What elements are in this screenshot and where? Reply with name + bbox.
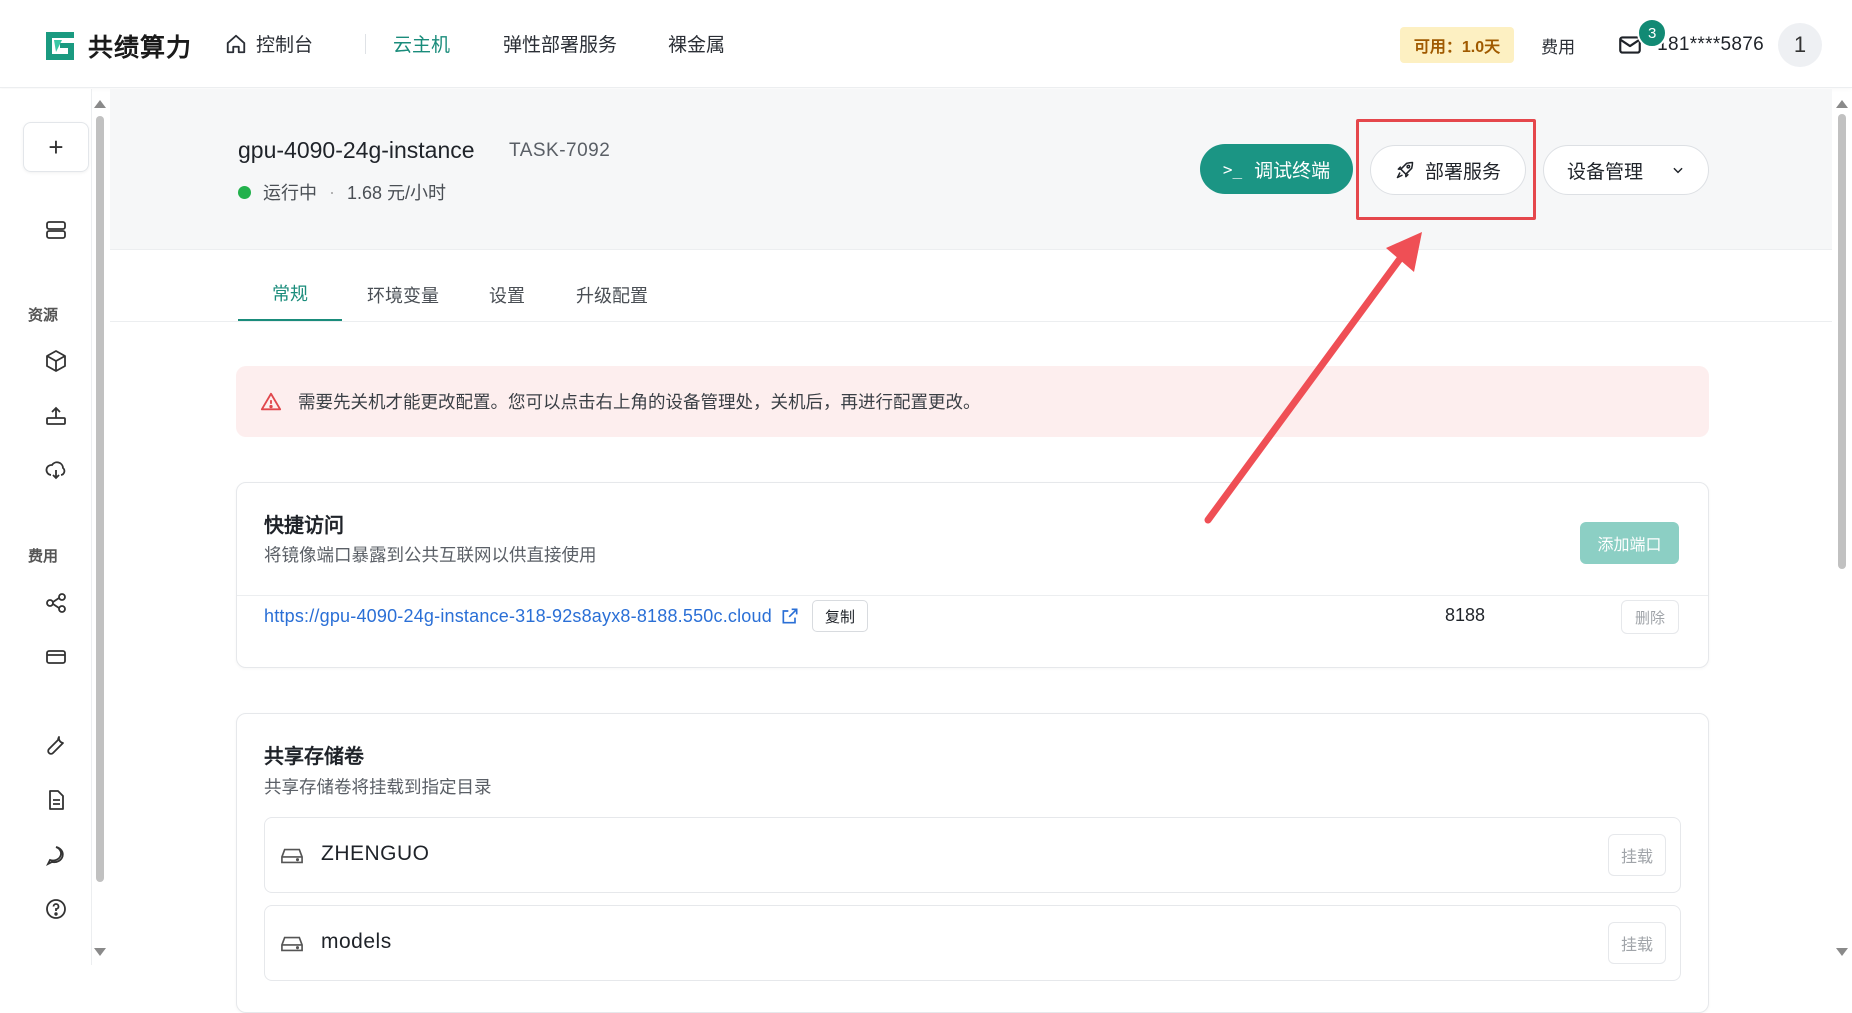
page-scroll-up-arrow[interactable]: [1836, 100, 1848, 108]
status-text: 运行中: [263, 183, 317, 203]
cloud-sync-icon[interactable]: [42, 456, 70, 484]
mail-button[interactable]: 3: [1617, 18, 1668, 58]
volume-name: ZHENGUO: [321, 842, 430, 865]
warning-alert: 需要先关机才能更改配置。您可以点击右上角的设备管理处，关机后，再进行配置更改。: [236, 366, 1709, 437]
drive-icon: [281, 936, 303, 952]
nav-console[interactable]: 控制台: [225, 30, 343, 57]
sidebar-section-fees: 费用: [28, 548, 59, 565]
tabs-divider: [110, 321, 1832, 322]
sidebar-section-resources: 资源: [28, 307, 59, 324]
nav-elastic-deploy[interactable]: 弹性部署服务: [503, 30, 668, 57]
help-icon[interactable]: [42, 895, 70, 923]
brand-name: 共绩算力: [88, 34, 193, 62]
device-management-dropdown[interactable]: 设备管理: [1543, 145, 1709, 195]
wrench-icon[interactable]: [42, 731, 70, 759]
fee-link[interactable]: 费用: [1541, 33, 1575, 58]
top-right-area: 可用：1.0天 费用 3 181****5876 1: [1399, 18, 1852, 68]
chat-icon[interactable]: [42, 841, 70, 869]
nav-divider: [365, 33, 366, 54]
instance-name: gpu-4090-24g-instance: [238, 137, 475, 163]
add-button[interactable]: +: [23, 122, 89, 172]
tab-settings[interactable]: 设置: [464, 267, 550, 322]
access-link-row: https://gpu-4090-24g-instance-318-92s8ay…: [264, 600, 868, 632]
drive-icon: [281, 848, 303, 864]
user-phone[interactable]: 181****5876: [1657, 34, 1764, 56]
warning-icon: [260, 392, 282, 410]
nav-bare-metal[interactable]: 裸金属: [668, 30, 725, 57]
warning-text: 需要先关机才能更改配置。您可以点击右上角的设备管理处，关机后，再进行配置更改。: [298, 392, 981, 412]
nav-console-label: 控制台: [256, 35, 314, 56]
instance-header: gpu-4090-24g-instance TASK-7092 运行中 · 1.…: [110, 89, 1832, 250]
quick-access-title: 快捷访问: [264, 515, 344, 537]
instance-status-row: 运行中 · 1.68 元/小时: [238, 179, 446, 205]
add-port-button[interactable]: 添加端口: [1580, 522, 1679, 564]
server-icon[interactable]: [42, 216, 70, 244]
page-scroll-thumb[interactable]: [1838, 114, 1846, 569]
port-value: 8188: [1445, 605, 1486, 625]
page-scrollbar[interactable]: [1836, 96, 1848, 965]
box-icon[interactable]: [42, 347, 70, 375]
access-url-link[interactable]: https://gpu-4090-24g-instance-318-92s8ay…: [264, 606, 772, 627]
debug-terminal-button[interactable]: >_ 调试终端: [1200, 144, 1353, 194]
main-nav: 控制台 云主机 弹性部署服务 裸金属: [225, 30, 725, 57]
logo-icon: [46, 32, 74, 60]
volume-name: models: [321, 930, 392, 953]
brand-logo[interactable]: 共绩算力: [42, 28, 192, 64]
delete-button[interactable]: 删除: [1621, 600, 1679, 634]
debug-terminal-label: 调试终端: [1254, 160, 1331, 182]
nav-cloud-host-label: 云主机: [393, 35, 451, 56]
chevron-down-icon: [1673, 167, 1683, 174]
share-icon[interactable]: [42, 589, 70, 617]
document-icon[interactable]: [42, 786, 70, 814]
shared-storage-title: 共享存储卷: [264, 746, 364, 768]
shared-storage-subtitle: 共享存储卷将挂载到指定目录: [264, 777, 492, 797]
scroll-up-arrow[interactable]: [94, 100, 106, 108]
status-separator: ·: [329, 181, 335, 202]
task-id: TASK-7092: [509, 140, 611, 161]
scroll-down-arrow[interactable]: [94, 948, 106, 956]
price-text: 1.68 元/小时: [347, 183, 447, 203]
mail-count-badge: 3: [1637, 18, 1668, 48]
sidebar-scrollbar[interactable]: [94, 100, 106, 960]
terminal-icon: >_: [1222, 159, 1243, 179]
quick-access-card: 快捷访问 将镜像端口暴露到公共互联网以供直接使用 添加端口 https://gp…: [236, 482, 1709, 668]
tab-env-vars[interactable]: 环境变量: [342, 267, 464, 322]
page-scroll-down-arrow[interactable]: [1836, 948, 1848, 956]
home-icon: [226, 34, 246, 53]
quick-access-subtitle: 将镜像端口暴露到公共互联网以供直接使用: [264, 545, 597, 565]
volume-item: ZHENGUO 挂载: [264, 817, 1681, 893]
annotation-highlight-box: [1356, 119, 1536, 220]
nav-cloud-host[interactable]: 云主机: [393, 30, 503, 57]
avatar[interactable]: 1: [1778, 23, 1822, 67]
sidebar: + 资源 费用: [0, 89, 92, 965]
device-management-label: 设备管理: [1566, 161, 1643, 183]
top-bar: 共绩算力 控制台 云主机 弹性部署服务 裸金属 可用：1.0天 费用 3 181…: [0, 0, 1852, 88]
card-divider: [237, 595, 1708, 596]
tab-upgrade[interactable]: 升级配置: [550, 267, 674, 322]
copy-button[interactable]: 复制: [811, 600, 868, 632]
volume-item: models 挂载: [264, 905, 1681, 981]
card-icon[interactable]: [42, 643, 70, 671]
tab-general[interactable]: 常规: [238, 267, 342, 322]
sidebar-scroll-thumb[interactable]: [96, 116, 104, 882]
balance-badge[interactable]: 可用：1.0天: [1399, 27, 1515, 63]
nav-elastic-deploy-label: 弹性部署服务: [503, 35, 618, 56]
status-dot: [238, 185, 251, 199]
mount-button[interactable]: 挂载: [1608, 922, 1666, 964]
tab-bar: 常规 环境变量 设置 升级配置: [238, 267, 674, 323]
upload-icon[interactable]: [42, 402, 70, 430]
external-link-icon[interactable]: [780, 606, 800, 626]
annotation-arrow: [1204, 232, 1422, 524]
mount-button[interactable]: 挂载: [1608, 834, 1666, 876]
nav-bare-metal-label: 裸金属: [668, 35, 726, 56]
main-content: gpu-4090-24g-instance TASK-7092 运行中 · 1.…: [110, 89, 1832, 1013]
shared-storage-card: 共享存储卷 共享存储卷将挂载到指定目录 ZHENGUO 挂载 models 挂载: [236, 713, 1709, 1013]
